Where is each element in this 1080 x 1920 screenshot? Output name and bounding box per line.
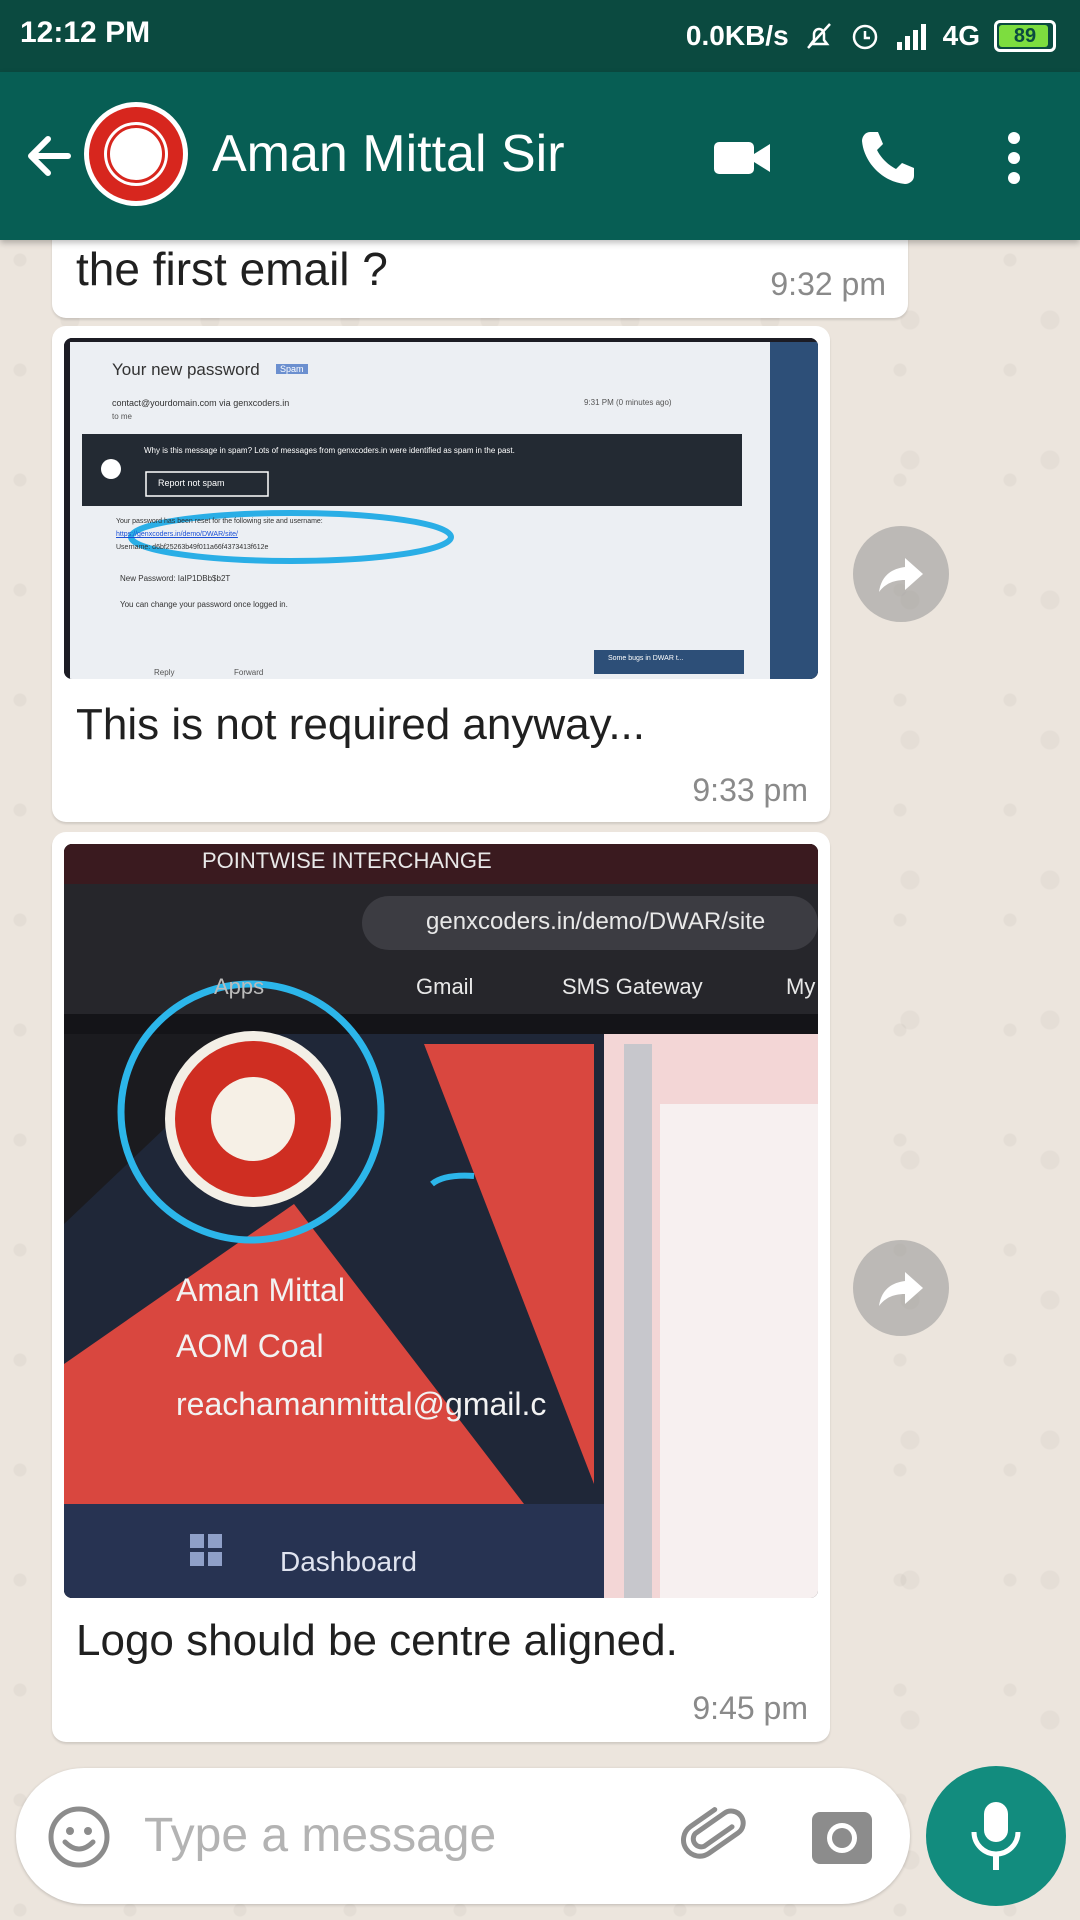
email-footer: You can change your password once logged…: [120, 600, 288, 609]
email-recipient: to me: [112, 412, 133, 421]
mute-bell-icon: [806, 23, 831, 49]
email-sender: contact@yourdomain.com via genxcoders.in: [112, 398, 290, 408]
video-call-icon[interactable]: [710, 126, 774, 190]
message-time: 9:45 pm: [692, 1690, 808, 1726]
camera-icon[interactable]: [810, 1806, 874, 1866]
spam-notice: Why is this message in spam? Lots of mes…: [144, 446, 515, 455]
email-forward: Forward: [234, 668, 264, 677]
back-arrow-icon[interactable]: [20, 126, 80, 186]
alarm-icon: [852, 24, 877, 50]
email-date: 9:31 PM (0 minutes ago): [584, 398, 672, 407]
chat-header: Aman Mittal Sir: [0, 72, 1080, 240]
email-body-line: Your password has been reset for the fol…: [116, 518, 323, 525]
network-type: 4G: [942, 20, 980, 51]
bookmark-gmail: Gmail: [416, 974, 474, 999]
battery-icon: 89: [994, 20, 1056, 52]
email-username: Username: d6bf25263b49f011a66f4373413f61…: [116, 544, 269, 551]
attach-icon[interactable]: [680, 1802, 750, 1872]
status-time: 12:12 PM: [20, 16, 151, 49]
email-subject: Your new password: [112, 360, 260, 379]
nav-dashboard: Dashboard: [280, 1546, 417, 1577]
email-new-password: New Password: IaIP1DBb$b2T: [120, 574, 231, 583]
signal-icon: [896, 24, 926, 50]
browser-tab-title: POINTWISE INTERCHANGE: [202, 848, 492, 873]
bookmark-sms-gateway: SMS Gateway: [562, 974, 703, 999]
status-bar: 12:12 PM 0.0KB/s 4G 89: [0, 0, 1080, 72]
battery-level: 89: [1013, 25, 1037, 47]
taskbar-item: Some bugs in DWAR t...: [608, 655, 684, 662]
voice-call-icon[interactable]: [856, 126, 920, 190]
message-input-bar: Type a message: [16, 1768, 910, 1904]
browser-url: genxcoders.in/demo/DWAR/site: [426, 908, 766, 935]
email-reply: Reply: [154, 668, 175, 677]
profile-email: reachamanmittal@gmail.c: [176, 1386, 547, 1422]
message-input[interactable]: Type a message: [144, 1808, 496, 1863]
bookmark-my: My: [786, 974, 816, 999]
email-body-link: https://genxcoders.in/demo/DWAR/site/: [116, 531, 238, 538]
message-text: This is not required anyway...: [76, 700, 645, 749]
voice-record-button[interactable]: [926, 1766, 1066, 1906]
email-screenshot-image[interactable]: Your new password Spam contact@yourdomai…: [64, 338, 818, 679]
forward-icon: [879, 558, 923, 592]
forward-button[interactable]: [853, 1240, 949, 1336]
forward-button[interactable]: [853, 526, 949, 622]
browser-photo-image[interactable]: POINTWISE INTERCHANGE genxcoders.in/demo…: [64, 844, 818, 1598]
network-speed: 0.0KB/s: [685, 20, 789, 51]
message-text: the first email ?: [76, 243, 388, 295]
profile-role: AOM Coal: [176, 1328, 324, 1364]
contact-avatar[interactable]: [84, 102, 188, 206]
emoji-icon[interactable]: [46, 1804, 112, 1870]
more-options-icon[interactable]: [982, 126, 1046, 190]
spam-tag: Spam: [276, 364, 308, 374]
message-bubble[interactable]: POINTWISE INTERCHANGE genxcoders.in/demo…: [52, 832, 830, 1742]
message-time: 9:33 pm: [692, 772, 808, 808]
report-not-spam-button: Report not spam: [158, 478, 225, 488]
contact-name[interactable]: Aman Mittal Sir: [212, 124, 565, 184]
microphone-icon: [971, 1802, 1021, 1870]
message-text: Logo should be centre aligned.: [76, 1616, 678, 1665]
bookmark-apps: Apps: [214, 974, 265, 999]
message-time: 9:32 pm: [770, 266, 886, 302]
message-bubble[interactable]: Your new password Spam contact@yourdomai…: [52, 326, 830, 822]
profile-name: Aman Mittal: [176, 1272, 345, 1308]
forward-icon: [879, 1272, 923, 1306]
